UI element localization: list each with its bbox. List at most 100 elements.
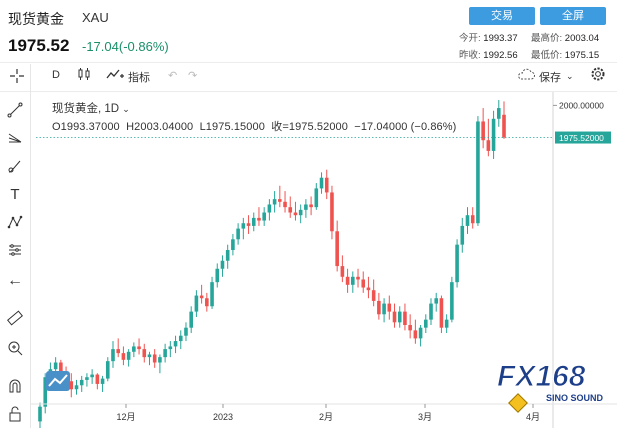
candle-body <box>168 346 173 350</box>
candle-body <box>481 121 485 141</box>
candle-body <box>309 204 313 208</box>
undo-icon[interactable]: ↶ <box>168 69 177 82</box>
candle-body <box>116 349 121 354</box>
magnet-icon[interactable] <box>6 378 24 396</box>
quote-header: 现货黄金 XAU 1975.52 -17.04(-0.86%) 交易 全屏 今开… <box>0 0 617 62</box>
candle-body <box>304 204 308 210</box>
candle-body <box>418 327 423 339</box>
candle-body <box>100 378 105 384</box>
stat-open: 今开: 1993.37 <box>459 33 518 44</box>
candle-body <box>460 225 465 245</box>
zoom-in-icon[interactable] <box>6 340 24 358</box>
legend-close: 收=1975.52000 <box>271 121 348 133</box>
candle-body <box>361 279 366 288</box>
ruler-icon[interactable] <box>6 310 24 328</box>
brush-icon[interactable] <box>6 158 24 176</box>
candle-body <box>413 330 418 339</box>
candle-body <box>69 381 74 390</box>
candle-body <box>194 295 199 312</box>
candle-body <box>351 276 355 285</box>
candle-body <box>152 354 157 363</box>
candle-body <box>429 303 433 320</box>
candle-body <box>335 231 339 267</box>
candle-body <box>111 349 115 362</box>
candle-body <box>444 319 449 328</box>
candle-body <box>496 108 501 119</box>
candle-body <box>403 311 407 326</box>
candle-body <box>293 212 298 216</box>
candle-body <box>95 374 100 384</box>
candle-body <box>79 379 84 386</box>
trend-line-icon[interactable] <box>6 102 24 120</box>
price-change: -17.04(-0.86%) <box>82 39 169 54</box>
indicators-icon[interactable] <box>106 67 124 84</box>
candle-body <box>491 118 496 151</box>
candle-body <box>105 361 110 379</box>
back-arrow-icon[interactable]: ← <box>6 272 24 290</box>
instrument-title: 现货黄金 <box>8 11 64 27</box>
candle-body <box>173 341 178 347</box>
candle-body <box>288 207 293 213</box>
candle-body <box>278 199 282 202</box>
indicators-button[interactable]: 指标 <box>128 69 150 85</box>
save-button[interactable]: 保存 <box>539 69 561 85</box>
candle-body <box>314 188 319 208</box>
lock-icon[interactable] <box>6 406 24 424</box>
candle-body <box>423 319 428 328</box>
x-tick-label: 4月 <box>526 412 540 422</box>
candle-body <box>319 177 324 189</box>
text-tool-icon[interactable]: T <box>6 186 24 204</box>
stat-prev-close: 昨收: 1992.56 <box>459 50 518 61</box>
candle-body <box>74 385 79 390</box>
candle-body <box>455 244 459 283</box>
fullscreen-button[interactable]: 全屏 <box>540 7 606 25</box>
candle-body <box>132 346 136 352</box>
candle-body <box>215 268 220 283</box>
candle-body <box>251 217 256 226</box>
candle-body <box>147 354 152 358</box>
prediction-tool-icon[interactable] <box>6 242 24 260</box>
candle-body <box>163 349 167 358</box>
candle-body <box>450 282 454 320</box>
settings-gear-icon[interactable] <box>590 66 606 85</box>
interval-selector[interactable]: D <box>52 69 60 81</box>
x-tick-label: 12月 <box>116 412 135 422</box>
candle-type-icon[interactable] <box>76 66 92 85</box>
candle-body <box>121 353 126 360</box>
candle-body <box>371 290 376 301</box>
candle-body <box>38 406 42 422</box>
cloud-icon[interactable] <box>516 67 536 84</box>
candle-body <box>397 311 402 323</box>
candle-body <box>205 298 209 307</box>
candle-body <box>178 335 183 342</box>
candle-body <box>356 276 360 280</box>
candle-body <box>366 287 371 291</box>
candle-body <box>158 357 162 363</box>
pattern-tool-icon[interactable] <box>6 214 24 232</box>
stat-high: 最高价: 2003.04 <box>531 33 600 44</box>
legend-chevron-icon[interactable]: ⌄ <box>122 104 130 114</box>
candle-body <box>439 298 444 328</box>
trade-button[interactable]: 交易 <box>469 7 535 25</box>
candle-body <box>377 300 381 315</box>
chart-legend-title: 现货黄金, 1D ⌄ <box>52 100 130 116</box>
last-price-badge-text: 1975.52000 <box>559 133 604 143</box>
candle-body <box>298 209 303 216</box>
legend-low: L1975.15000 <box>199 121 265 133</box>
fx168-watermark: FX168 SINO SOUND <box>497 360 607 413</box>
instrument-symbol: XAU <box>82 10 109 25</box>
candle-body <box>236 228 240 240</box>
fib-tool-icon[interactable] <box>6 130 24 148</box>
x-tick-label: 2月 <box>319 412 333 422</box>
x-tick-label: 2023 <box>213 412 233 422</box>
candle-body <box>262 212 266 221</box>
candle-body <box>392 311 397 323</box>
candle-body <box>340 266 345 277</box>
candle-body <box>246 223 251 226</box>
candle-body <box>184 327 188 336</box>
redo-icon[interactable]: ↷ <box>188 69 197 82</box>
candle-body <box>199 295 204 299</box>
save-chevron-icon[interactable]: ⌄ <box>566 71 574 82</box>
watermark-sub: SINO SOUND <box>545 393 603 403</box>
watermark-brand: FX168 <box>497 360 586 394</box>
